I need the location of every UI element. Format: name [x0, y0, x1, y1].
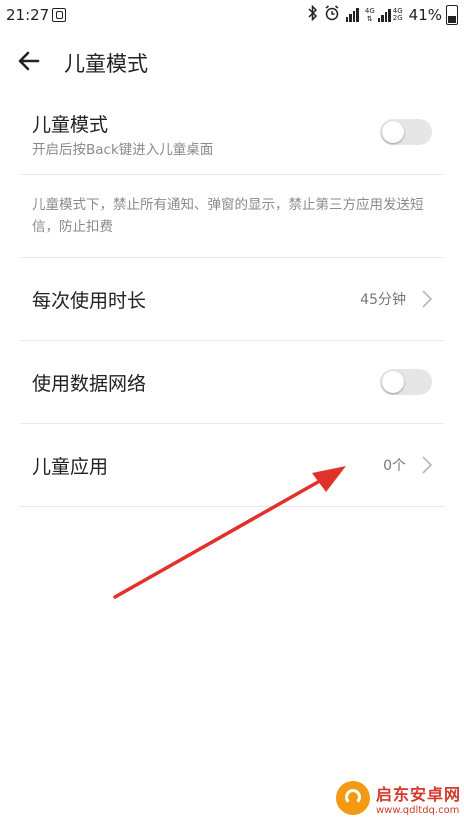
- page-title: 儿童模式: [64, 52, 148, 76]
- usage-duration-setting[interactable]: 每次使用时长 45分钟: [0, 258, 464, 340]
- usage-duration-value: 45分钟: [360, 292, 406, 308]
- watermark-text: 启东安卓网 www.qdltdq.com: [376, 781, 461, 816]
- signal-icon: [345, 8, 359, 22]
- network-type-4g: 4G ⇅: [364, 6, 375, 23]
- signal-icon-2: [377, 8, 391, 22]
- status-icons: 4G ⇅ 4G 2G 41%: [302, 4, 458, 26]
- watermark: 启东安卓网 www.qdltdq.com: [336, 778, 461, 818]
- network-type-2g: 4G 2G: [393, 8, 403, 22]
- status-bar: 21:27 4G ⇅ 4G 2G 41%: [0, 0, 464, 32]
- kid-apps-setting[interactable]: 儿童应用 0个: [0, 424, 464, 506]
- watermark-logo-icon: [336, 781, 370, 815]
- kid-apps-title: 儿童应用: [32, 456, 109, 478]
- divider: [20, 506, 444, 507]
- kid-mode-subtitle: 开启后按Back键进入儿童桌面: [32, 142, 214, 158]
- chevron-right-icon: [420, 455, 434, 475]
- bluetooth-icon: [308, 4, 318, 25]
- app-bar: 儿童模式: [0, 32, 464, 90]
- back-arrow-icon[interactable]: [16, 48, 42, 74]
- kid-mode-setting[interactable]: 儿童模式 开启后按Back键进入儿童桌面: [0, 100, 464, 174]
- mobile-data-toggle[interactable]: [380, 369, 432, 395]
- alarm-icon: [324, 5, 340, 25]
- kid-apps-count: 0个: [383, 458, 406, 474]
- kid-mode-title: 儿童模式: [32, 114, 109, 136]
- net-label-2g: 2G: [392, 14, 403, 22]
- watermark-name: 启东安卓网: [376, 784, 462, 804]
- battery-percent: 41%: [408, 6, 442, 24]
- kid-mode-description: 儿童模式下，禁止所有通知、弹窗的显示，禁止第三方应用发送短信，防止扣费: [32, 197, 424, 235]
- usage-duration-title: 每次使用时长: [32, 290, 147, 312]
- divider: [20, 174, 444, 175]
- net-label-4g: 4G: [364, 6, 375, 15]
- chevron-right-icon: [420, 289, 434, 309]
- toggle-knob: [382, 121, 404, 143]
- watermark-url: www.qdltdq.com: [376, 804, 460, 816]
- battery-icon: [446, 5, 458, 25]
- mobile-data-setting[interactable]: 使用数据网络: [0, 341, 464, 423]
- mobile-data-title: 使用数据网络: [32, 373, 147, 395]
- kid-mode-toggle[interactable]: [380, 119, 432, 145]
- screen-capture-icon: [52, 8, 66, 22]
- toggle-knob: [382, 371, 404, 393]
- status-time: 21:27: [6, 6, 50, 24]
